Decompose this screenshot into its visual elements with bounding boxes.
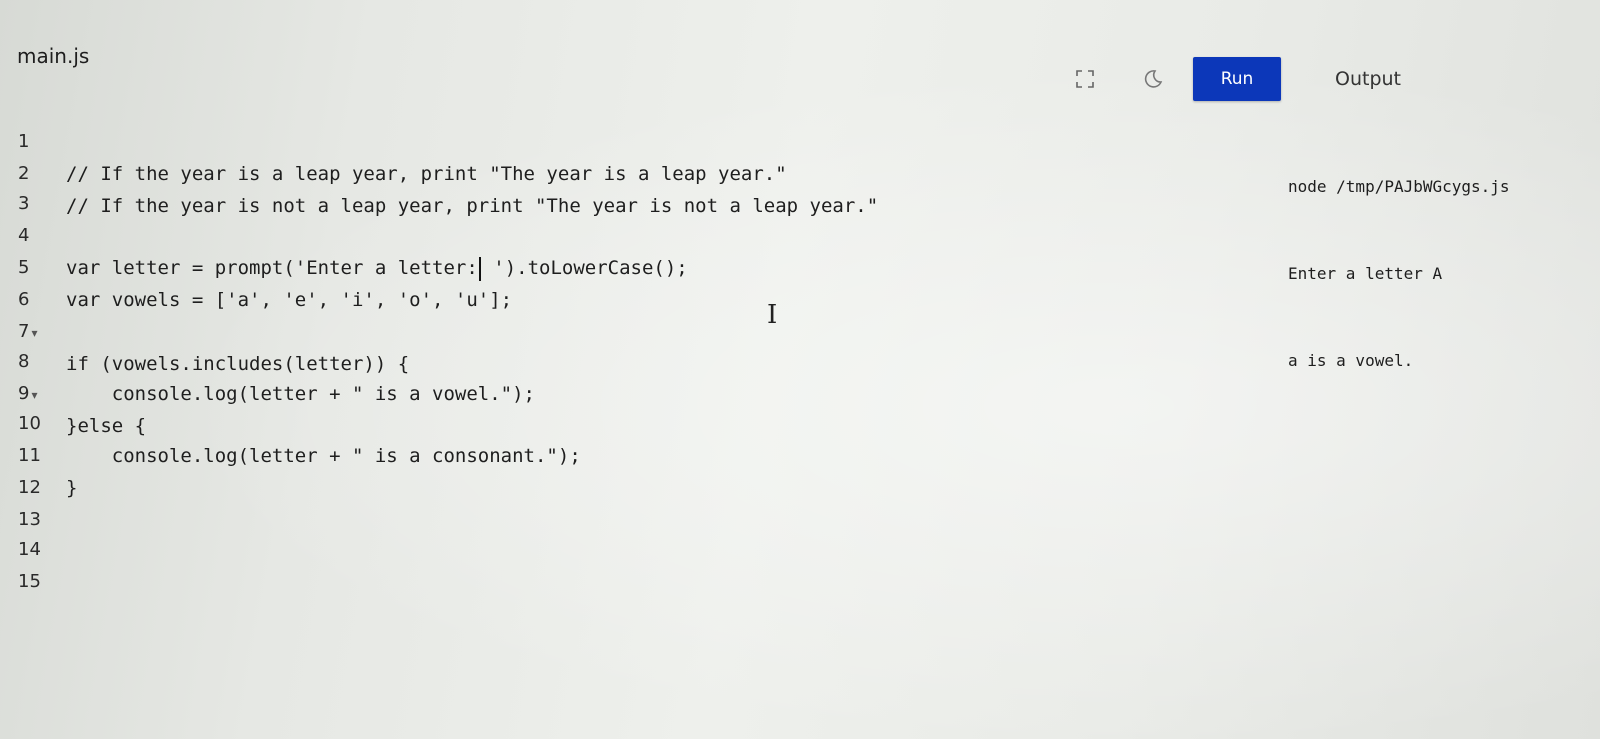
code-editor[interactable]: 1 // If the year is a leap year, print "… xyxy=(0,92,1000,592)
code-line: 12 xyxy=(0,440,1000,498)
code-line: 4 var letter = prompt('Enter a letter: '… xyxy=(0,188,1000,281)
code-line: 11 } xyxy=(0,408,1000,499)
code-line: 1 // If the year is a leap year, print "… xyxy=(0,94,1000,185)
output-heading: Output xyxy=(1335,68,1401,90)
toolbar: Run Output xyxy=(1060,56,1600,102)
file-tab-main-js[interactable]: main.js xyxy=(17,44,89,68)
code-line: 14 xyxy=(0,502,1000,560)
code-line: 10 console.log(letter + " is a consonant… xyxy=(0,376,1000,467)
output-line: a is a vowel. xyxy=(1288,351,1414,370)
code-line: 3 xyxy=(0,156,1000,214)
code-line: 7 ▾ if (vowels.includes(letter)) { xyxy=(0,284,1000,375)
code-line: 6 xyxy=(0,252,1000,310)
ibeam-cursor-icon: I xyxy=(767,300,778,330)
line-number: 15 xyxy=(18,571,41,592)
run-button[interactable]: Run xyxy=(1193,57,1281,101)
code-line: 5 var vowels = ['a', 'e', 'i', 'o', 'u']… xyxy=(0,220,1000,311)
output-line: node /tmp/PAJbWGcygs.js xyxy=(1288,177,1510,196)
theme-toggle-icon[interactable] xyxy=(1142,68,1164,90)
code-line: 13 xyxy=(0,472,1000,530)
output-line: Enter a letter A xyxy=(1288,264,1443,283)
code-line: 2 // If the year is not a leap year, pri… xyxy=(0,126,1000,217)
output-panel: node /tmp/PAJbWGcygs.js Enter a letter A… xyxy=(1288,114,1588,404)
code-line: 9 ▾ }else { xyxy=(0,346,1000,437)
code-line: 15 xyxy=(0,534,1000,592)
expand-icon[interactable] xyxy=(1074,68,1096,90)
code-line: 8 console.log(letter + " is a vowel."); xyxy=(0,314,1000,405)
